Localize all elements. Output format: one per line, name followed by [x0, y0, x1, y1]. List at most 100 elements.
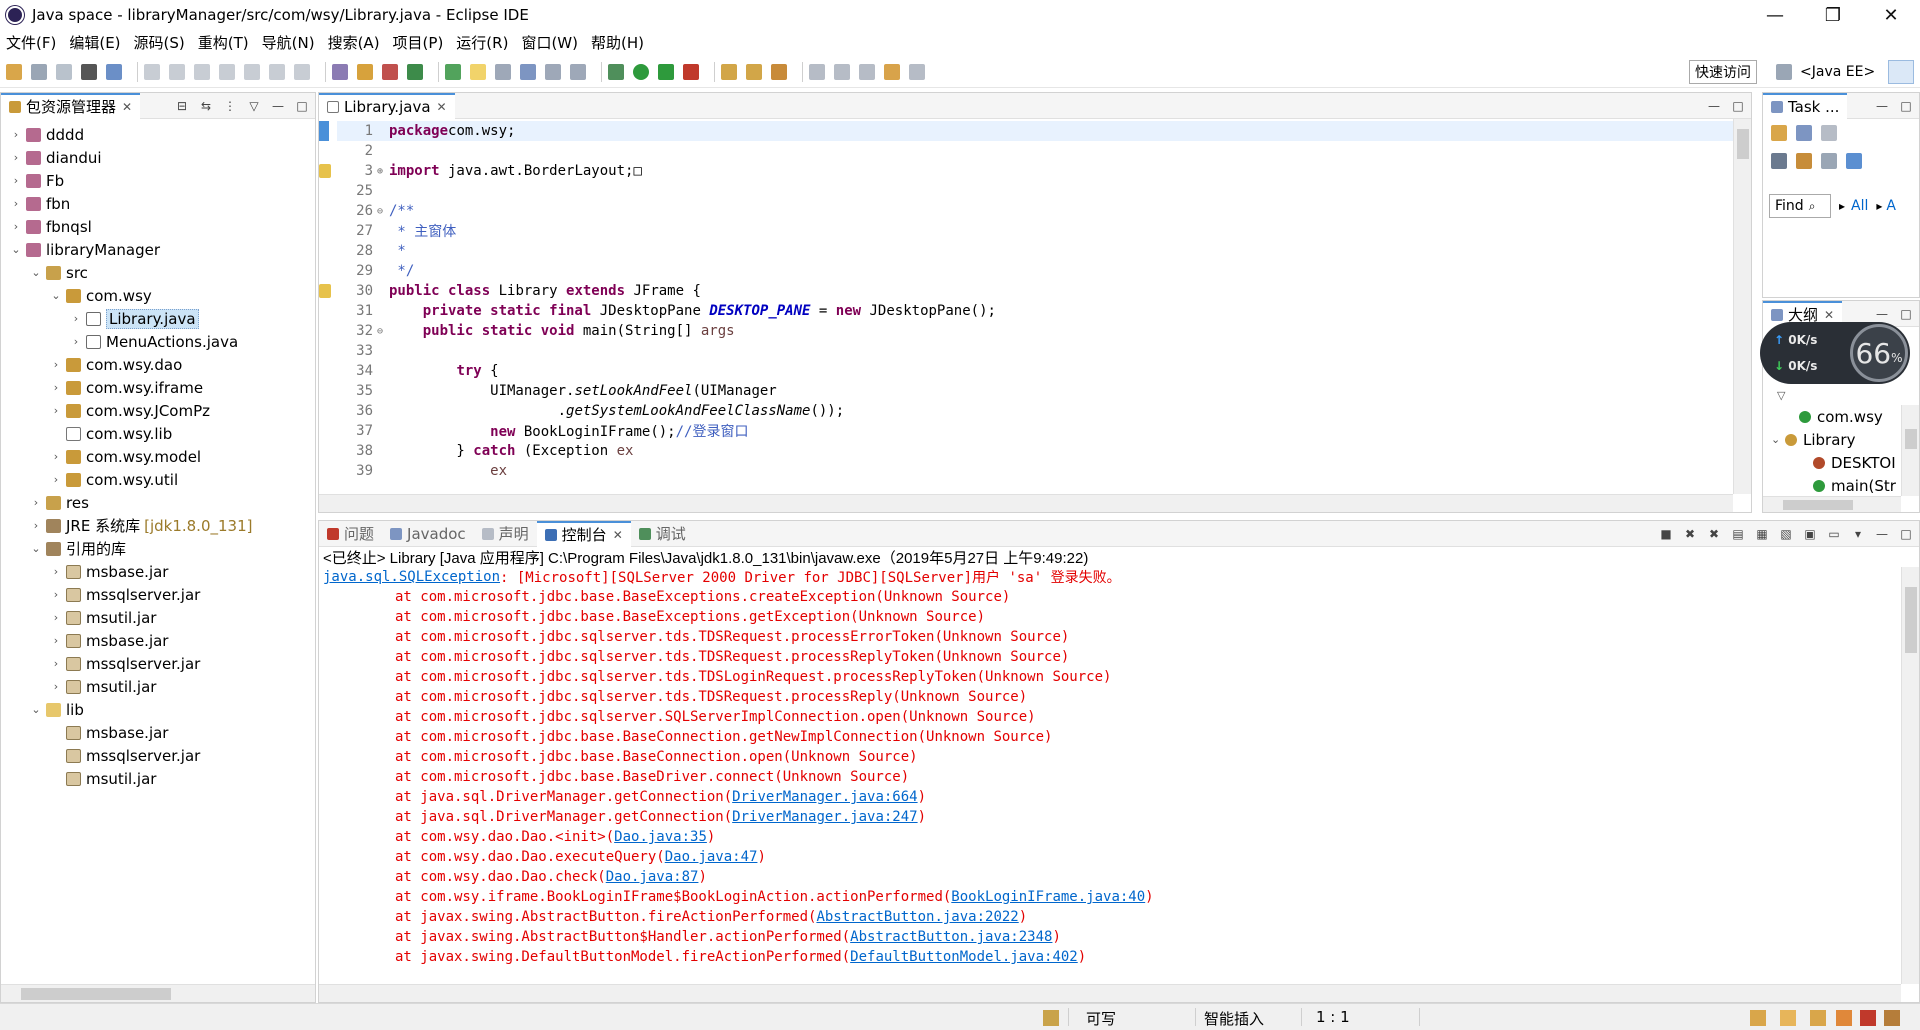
display-console-icon[interactable]: ▭ — [1827, 527, 1841, 541]
quick-access-field[interactable]: 快速访问 — [1689, 60, 1757, 84]
menu-project[interactable]: 项目(P) — [393, 32, 444, 53]
maximize-view-icon[interactable]: □ — [1899, 99, 1913, 113]
menu-run[interactable]: 运行(R) — [456, 32, 508, 53]
tree-item[interactable]: ⌄ lib — [1, 698, 315, 721]
close-icon[interactable]: ✕ — [437, 100, 447, 114]
console-tab[interactable]: 声明 — [474, 521, 537, 547]
stacktrace-link[interactable]: AbstractButton.java:2348 — [850, 929, 1052, 945]
code-line[interactable]: 29 */ — [337, 261, 1733, 281]
tree-item[interactable]: › msbase.jar — [1, 629, 315, 652]
maximize-button[interactable]: ❐ — [1804, 0, 1862, 30]
tree-item[interactable]: › msbase.jar — [1, 560, 315, 583]
collapsed-arrow-icon[interactable]: › — [49, 657, 63, 670]
code-line[interactable]: 2 — [337, 141, 1733, 161]
console-output[interactable]: <已终止> Library [Java 应用程序] C:\Program Fil… — [319, 547, 1901, 984]
package-tree-hscroll[interactable] — [1, 984, 315, 1002]
coverage-icon[interactable] — [658, 63, 674, 80]
pin-icon[interactable] — [106, 63, 122, 80]
tree-item[interactable]: › dddd — [1, 123, 315, 146]
remove-launch-icon[interactable]: ✖ — [1683, 527, 1697, 541]
tab-library-java[interactable]: Library.java ✕ — [319, 93, 455, 119]
tree-item[interactable]: ⌄ 引用的库 — [1, 537, 315, 560]
run-icon[interactable] — [633, 63, 649, 80]
minimize-button[interactable]: — — [1746, 0, 1804, 30]
collapsed-arrow-icon[interactable]: › — [49, 473, 63, 486]
tree-item[interactable]: › com.wsy.iframe — [1, 376, 315, 399]
code-line[interactable]: 1 packagecom.wsy; — [319, 121, 1733, 141]
open-console-icon[interactable]: ▾ — [1851, 527, 1865, 541]
tree-item[interactable]: › com.wsy.JComPz — [1, 399, 315, 422]
tree-item[interactable]: mssqlserver.jar — [1, 744, 315, 767]
tray-icon-5[interactable] — [1860, 1010, 1876, 1026]
stacktrace-link[interactable]: java.sql.SQLException — [323, 569, 500, 585]
menu-file[interactable]: 文件(F) — [6, 32, 56, 53]
maximize-view-icon[interactable]: □ — [1899, 307, 1913, 321]
external-tools-icon[interactable] — [683, 63, 699, 80]
network-speed-widget[interactable]: ↑ 0K/s ↓ 0K/s 66% — [1760, 322, 1910, 384]
code-line[interactable]: 33 — [337, 341, 1733, 361]
terminate-icon[interactable]: ■ — [1659, 527, 1673, 541]
tree-item[interactable]: › mssqlserver.jar — [1, 652, 315, 675]
open-task-icon[interactable] — [332, 63, 348, 80]
code-line[interactable]: 3 ⊕ import java.awt.BorderLayout;□ — [319, 161, 1733, 181]
open-type-icon[interactable] — [445, 63, 461, 80]
pilcrow-icon[interactable] — [570, 63, 586, 80]
step-return-icon[interactable] — [294, 63, 310, 80]
collapsed-arrow-icon[interactable]: › — [49, 565, 63, 578]
tree-item[interactable]: › Library.java — [1, 307, 315, 330]
focus-icon[interactable] — [1796, 153, 1812, 169]
collapsed-arrow-icon[interactable]: › — [9, 220, 23, 233]
console-vscroll[interactable] — [1901, 567, 1919, 984]
collapse-all-icon[interactable]: ⊟ — [175, 99, 189, 113]
last-edit-icon[interactable] — [859, 63, 875, 80]
fold-icon[interactable]: ⊖ — [377, 326, 385, 337]
collapsed-arrow-icon[interactable]: › — [49, 611, 63, 624]
collapsed-arrow-icon[interactable]: › — [49, 680, 63, 693]
code-line[interactable]: 35 UIManager.setLookAndFeel(UIManager — [337, 381, 1733, 401]
find-input[interactable]: Find ⌕ — [1769, 194, 1831, 218]
tree-item[interactable]: › MenuActions.java — [1, 330, 315, 353]
search-tool-icon[interactable] — [771, 63, 787, 80]
server-icon[interactable] — [81, 63, 97, 80]
prev-annotation-icon[interactable] — [834, 63, 850, 80]
all-link[interactable]: All — [1851, 198, 1868, 214]
expanded-arrow-icon[interactable]: ⌄ — [29, 703, 43, 716]
outline-vscroll[interactable] — [1901, 405, 1919, 496]
save-all-icon[interactable] — [56, 63, 72, 80]
menu-navigate[interactable]: 导航(N) — [262, 32, 315, 53]
outline-item[interactable]: com.wsy — [1771, 405, 1901, 428]
collapsed-arrow-icon[interactable]: › — [49, 358, 63, 371]
perspective-switcher[interactable]: <Java EE> — [1776, 60, 1886, 84]
expanded-arrow-icon[interactable]: ⌄ — [49, 289, 63, 302]
console-tab[interactable]: Javadoc — [382, 521, 474, 547]
tree-item[interactable]: › com.wsy.dao — [1, 353, 315, 376]
editor-hscroll[interactable] — [319, 494, 1733, 512]
open-folder-icon[interactable] — [746, 63, 762, 80]
scheduled-icon[interactable] — [1821, 125, 1837, 141]
block-select-icon[interactable] — [520, 63, 536, 80]
java-perspective-button[interactable] — [1888, 60, 1914, 84]
synchronize-icon[interactable] — [1846, 153, 1862, 169]
console-tab[interactable]: 控制台 ✕ — [536, 521, 631, 547]
collapse-tasks-icon[interactable] — [1821, 153, 1837, 169]
menu-help[interactable]: 帮助(H) — [591, 32, 644, 53]
minimize-view-icon[interactable]: — — [1707, 99, 1721, 113]
expanded-arrow-icon[interactable]: ⌄ — [29, 542, 43, 555]
code-line[interactable]: 31 private static final JDesktopPane DES… — [337, 301, 1733, 321]
step-into-icon[interactable] — [244, 63, 260, 80]
collapsed-arrow-icon[interactable]: › — [49, 381, 63, 394]
suspend-icon[interactable] — [169, 63, 185, 80]
link-editor-icon[interactable]: ⇆ — [199, 99, 213, 113]
code-line[interactable]: 25 — [337, 181, 1733, 201]
fold-icon[interactable]: ⊖ — [377, 206, 385, 217]
word-wrap-icon[interactable]: ▧ — [1779, 527, 1793, 541]
collapsed-arrow-icon[interactable]: › — [9, 174, 23, 187]
next-annotation-icon[interactable] — [809, 63, 825, 80]
minimize-view-icon[interactable]: — — [1875, 99, 1889, 113]
close-icon[interactable]: ✕ — [1824, 308, 1834, 322]
insert-mode-status[interactable]: 智能插入 — [1204, 1008, 1264, 1029]
terminate-icon[interactable] — [194, 63, 210, 80]
stacktrace-link[interactable]: Dao.java:87 — [606, 869, 699, 885]
save-icon[interactable] — [31, 63, 47, 80]
tree-item[interactable]: ⌄ libraryManager — [1, 238, 315, 261]
